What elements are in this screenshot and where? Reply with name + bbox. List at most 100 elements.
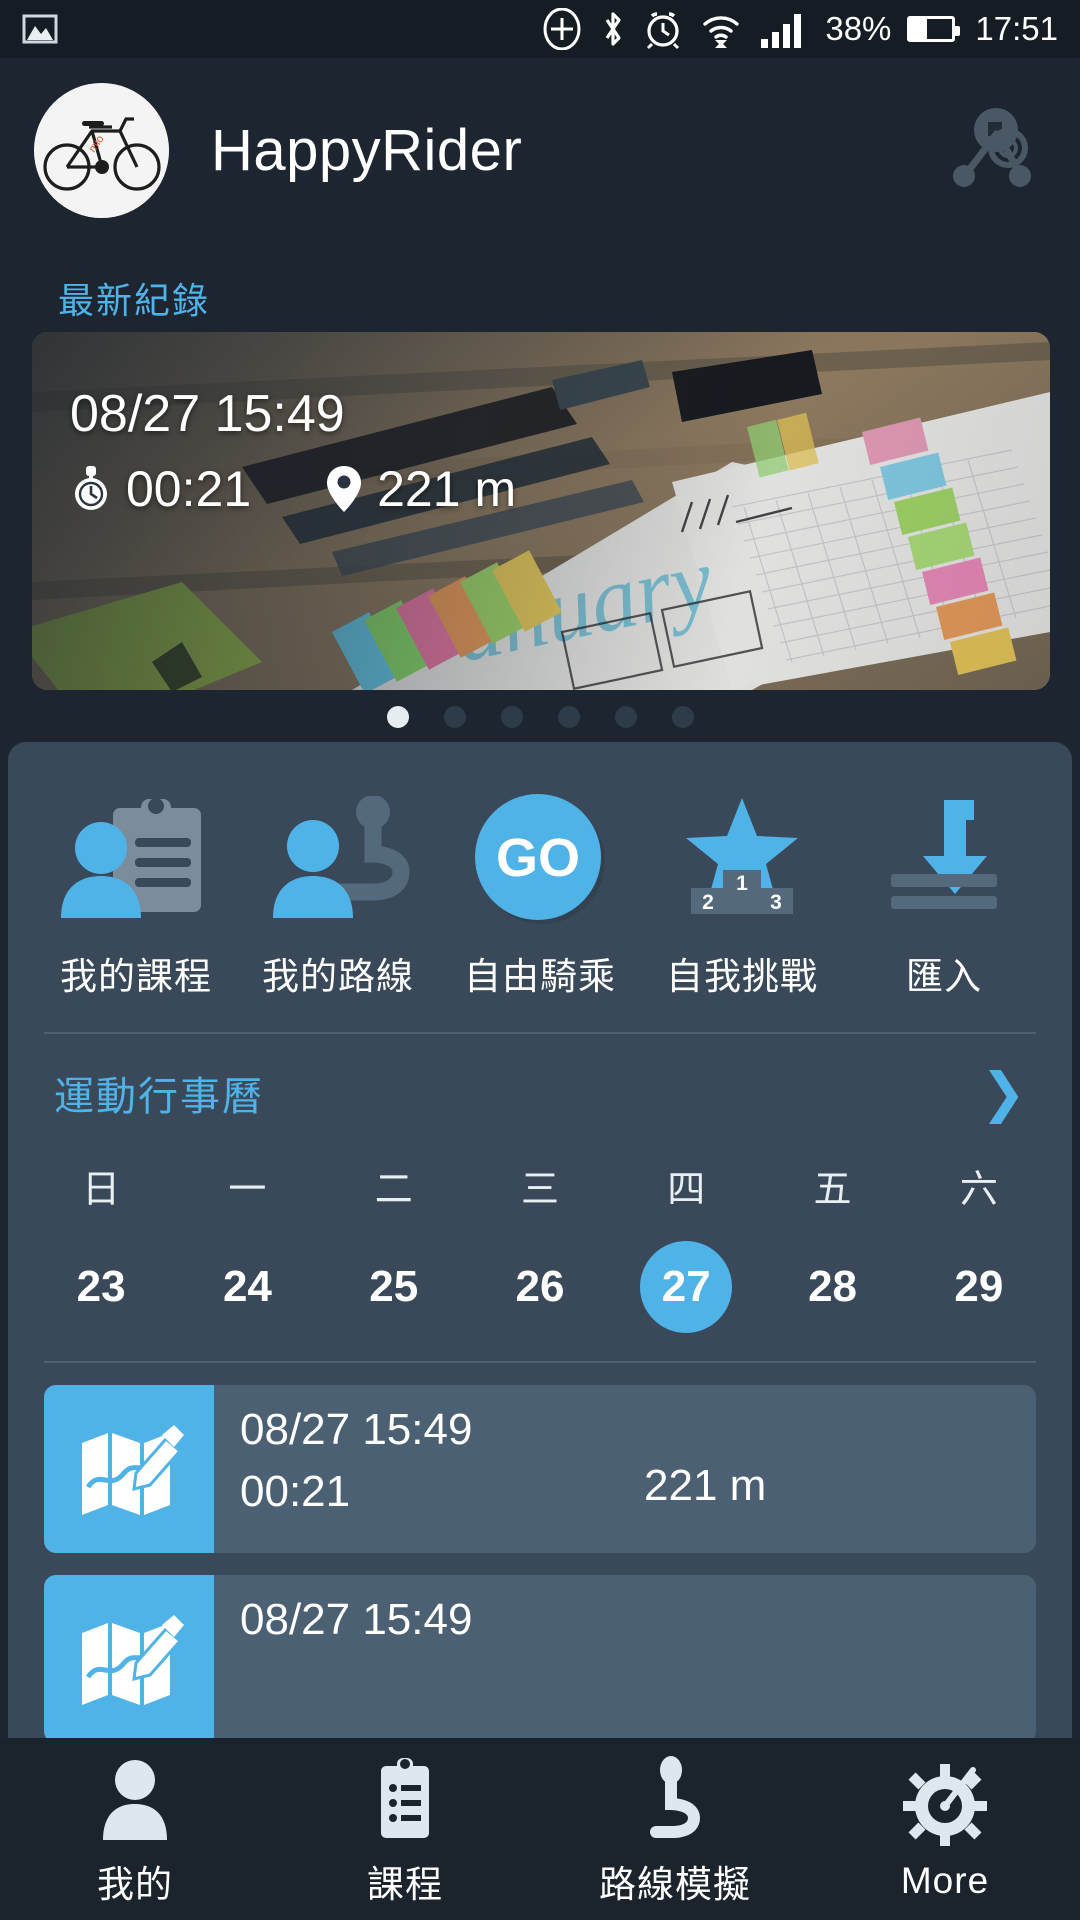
calendar-day[interactable]: 29 (933, 1241, 1025, 1333)
nav-label: 我的 (97, 1864, 173, 1905)
carousel-dot[interactable] (500, 706, 523, 728)
person-icon (99, 1750, 171, 1840)
record-metrics: 00:21 (240, 1467, 1036, 1517)
record-body: 08/27 15:49 00:21 221 m (214, 1385, 1036, 1553)
page-title: HappyRider (211, 118, 523, 183)
battery-percent: 38% (825, 10, 892, 47)
podium-star-icon: 1 2 3 (667, 794, 817, 924)
wifi-icon (703, 16, 740, 48)
person-clipboard-icon (61, 794, 211, 924)
add-circle-icon (543, 8, 581, 50)
map-edit-icon (44, 1575, 214, 1743)
record-body: 08/27 15:49 (214, 1575, 1036, 1743)
calendar-title: 運動行事曆 (54, 1075, 264, 1119)
app-root: 38% 17:51 mio HappyRider 最新紀錄 08/27 15:4… (0, 0, 1080, 1920)
weekday-label: 三 (520, 1169, 559, 1211)
bicycle-avatar: mio (34, 83, 169, 218)
app-header: mio HappyRider (0, 58, 1080, 243)
distance-value: 221 m (377, 461, 517, 517)
weekday-label: 六 (959, 1169, 998, 1211)
avatar[interactable]: mio (34, 83, 169, 218)
carousel-dot[interactable] (386, 706, 409, 728)
main-panel: 我的課程 我的路線 GO 自由騎乘 1 2 3 自我挑戰 匯入 運動行事曆 ❯ … (8, 742, 1072, 1752)
map-edit-icon (44, 1385, 214, 1553)
svg-text:1: 1 (736, 872, 748, 895)
nav-item-courses[interactable]: 課程 (270, 1750, 540, 1908)
quick-action-label: 自由騎乘 (464, 956, 616, 997)
record-date: 08/27 15:49 (240, 1405, 473, 1454)
svg-text:3: 3 (770, 891, 782, 914)
alarm-icon (647, 12, 680, 50)
weekday-label: 二 (374, 1169, 413, 1211)
record-distance: 221 m (644, 1461, 767, 1510)
quick-action-label: 匯入 (906, 956, 982, 997)
carousel-dot[interactable] (557, 706, 580, 728)
record-date: 08/27 15:49 (70, 385, 345, 443)
records-list: 08/27 15:49 00:21 221 m 08/27 15:49 (8, 1363, 1072, 1743)
quick-action-label: 自我挑戰 (666, 956, 818, 997)
stopwatch-icon (75, 466, 107, 510)
route-icon (636, 1750, 714, 1840)
battery-icon (907, 16, 961, 42)
duration-value: 00:21 (126, 461, 252, 517)
calendar-day[interactable]: 28 (787, 1241, 879, 1333)
go-button-icon: GO (465, 794, 615, 924)
latest-record-card[interactable]: anuary (32, 332, 1050, 690)
calendar-header[interactable]: 運動行事曆 ❯ (8, 1034, 1072, 1122)
nav-label: 課程 (367, 1864, 443, 1905)
route-sync-icon[interactable] (936, 96, 1046, 206)
latest-record-label: 最新紀錄 (58, 280, 211, 321)
bluetooth-icon (606, 12, 621, 46)
quick-action-label: 我的課程 (60, 956, 212, 997)
record-row[interactable]: 08/27 15:49 00:21 221 m (44, 1385, 1036, 1553)
gear-speed-icon (903, 1756, 987, 1846)
record-duration: 00:21 (240, 1467, 351, 1516)
map-pin-icon (327, 466, 362, 512)
weekday-label: 四 (667, 1169, 706, 1211)
calendar-weekday-row: 日 一 二 三 四 五 六 (8, 1158, 1072, 1213)
quick-action-import[interactable]: 匯入 (858, 794, 1030, 1000)
quick-action-my-courses[interactable]: 我的課程 (50, 794, 222, 1000)
bottom-navigation: 我的 課程 路線模擬 More (0, 1738, 1080, 1920)
weekday-label: 日 (82, 1169, 121, 1211)
go-label: GO (496, 828, 580, 888)
calendar-day-row: 23 24 25 26 27 28 29 (8, 1241, 1072, 1333)
status-bar-right: 38% 17:51 (541, 8, 1058, 50)
carousel-dot[interactable] (671, 706, 694, 728)
nav-item-route-sim[interactable]: 路線模擬 (540, 1750, 810, 1908)
quick-action-self-challenge[interactable]: 1 2 3 自我挑戰 (656, 794, 828, 1000)
person-route-icon (263, 794, 413, 924)
record-row[interactable]: 08/27 15:49 (44, 1575, 1036, 1743)
calendar-day[interactable]: 26 (494, 1241, 586, 1333)
calendar-day[interactable]: 23 (55, 1241, 147, 1333)
clipboard-icon (369, 1750, 441, 1840)
signal-icon (761, 14, 802, 48)
calendar-day-selected[interactable]: 27 (640, 1241, 733, 1333)
svg-text:2: 2 (702, 891, 714, 914)
clock-time: 17:51 (975, 10, 1058, 47)
carousel-dot[interactable] (443, 706, 466, 728)
record-duration: 00:21 (70, 460, 251, 518)
chevron-right-icon[interactable]: ❯ (981, 1066, 1026, 1120)
carousel-dot[interactable] (614, 706, 637, 728)
quick-action-my-routes[interactable]: 我的路線 (252, 794, 424, 1000)
import-arrow-icon (869, 794, 1019, 924)
status-bar-left (22, 14, 58, 44)
nav-label: 路線模擬 (599, 1864, 751, 1905)
weekday-label: 五 (813, 1169, 852, 1211)
weekday-label: 一 (228, 1169, 267, 1211)
record-date: 08/27 15:49 (240, 1595, 473, 1644)
nav-label: More (900, 1860, 990, 1901)
record-summary: 08/27 15:49 00:21 221 m (70, 384, 516, 518)
status-bar: 38% 17:51 (0, 0, 1080, 58)
record-distance: 221 m (325, 460, 516, 518)
image-icon (22, 14, 58, 44)
quick-action-free-ride[interactable]: GO 自由騎乘 (454, 794, 626, 1000)
calendar-day[interactable]: 24 (201, 1241, 293, 1333)
quick-action-label: 我的路線 (262, 956, 414, 997)
nav-item-mine[interactable]: 我的 (0, 1750, 270, 1908)
nav-item-more[interactable]: More (810, 1756, 1080, 1902)
calendar-day[interactable]: 25 (348, 1241, 440, 1333)
carousel-dots[interactable] (0, 706, 1080, 728)
record-stats: 00:21 221 m (70, 460, 516, 518)
